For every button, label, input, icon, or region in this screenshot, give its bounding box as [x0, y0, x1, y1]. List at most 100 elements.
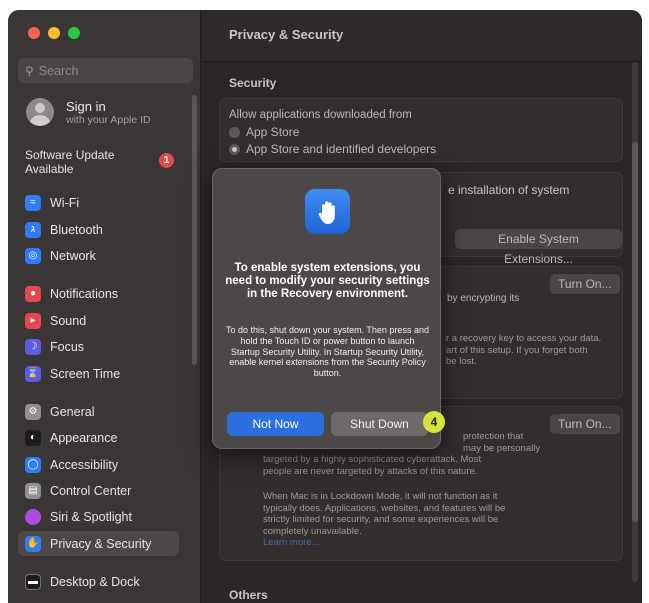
sidebar-item-label: Notifications — [50, 286, 119, 301]
sidebar-item-control-center[interactable]: ▤ Control Center — [18, 478, 179, 503]
sidebar-item-label: Bluetooth — [50, 222, 103, 237]
dialog-title: To enable system extensions, you need to… — [225, 262, 430, 300]
lockdown-line: may be personally — [463, 442, 541, 454]
sidebar-item-general[interactable]: ⚙ General — [18, 399, 179, 424]
recovery-line: art of this setup. If you forget both — [446, 344, 588, 356]
learn-more-link[interactable]: Learn more... — [263, 537, 505, 549]
recovery-line: be lost. — [446, 356, 477, 367]
sidebar-item-accessibility[interactable]: ◯ Accessibility — [18, 452, 179, 477]
lockdown-turn-on-button[interactable]: Turn On... — [550, 414, 620, 434]
recovery-text: r a recovery key to access your data. ar… — [446, 333, 601, 368]
search-input[interactable] — [38, 63, 179, 78]
allow-label: Allow applications downloaded from — [229, 109, 412, 121]
sidebar-item-network[interactable]: ◎ Network — [18, 243, 179, 268]
lockdown-line: protection that — [463, 431, 524, 442]
lockdown-line: completely unavailable. — [263, 525, 362, 537]
sidebar-item-desktop-dock[interactable]: ▬ Desktop & Dock — [18, 569, 179, 594]
control-center-icon: ▤ — [25, 482, 41, 499]
close-button[interactable] — [28, 27, 40, 39]
sidebar-item-notifications[interactable]: ● Notifications — [18, 281, 179, 306]
zoom-button[interactable] — [68, 27, 80, 39]
sidebar-item-sound[interactable]: ▸ Sound — [18, 308, 179, 333]
software-update-label[interactable]: Software Update Available — [25, 148, 135, 176]
window-controls — [28, 27, 80, 39]
sidebar-item-focus[interactable]: ☽ Focus — [18, 334, 179, 359]
sidebar-item-label: Sound — [50, 313, 87, 328]
bell-icon: ● — [25, 285, 41, 302]
hand-icon — [305, 189, 350, 234]
gear-icon: ⚙ — [25, 403, 41, 420]
appearance-icon: ◐ — [25, 429, 41, 446]
hand-glyph — [318, 200, 335, 224]
lockdown-text-a: protection that may be personally — [463, 431, 540, 454]
hourglass-icon: ⌛ — [25, 365, 41, 382]
siri-icon — [25, 508, 41, 525]
sidebar-item-wifi[interactable]: ≈ Wi-Fi — [18, 190, 179, 215]
lockdown-text-c: When Mac is in Lockdown Mode, it will no… — [263, 491, 505, 549]
sidebar-item-label: Network — [50, 248, 96, 263]
apple-id-signin[interactable]: Sign in with your Apple ID — [26, 98, 151, 126]
moon-icon: ☽ — [25, 338, 41, 355]
sidebar-item-siri[interactable]: Siri & Spotlight — [18, 504, 179, 529]
sidebar-item-bluetooth[interactable]: ג Bluetooth — [18, 217, 179, 242]
radio-label: App Store — [246, 125, 300, 139]
sidebar-item-screen-time[interactable]: ⌛ Screen Time — [18, 361, 179, 386]
sidebar-item-appearance[interactable]: ◐ Appearance — [18, 425, 179, 450]
lockdown-line: people are never targeted by attacks of … — [263, 465, 478, 477]
others-header: Others — [229, 588, 268, 602]
sidebar-item-privacy-security[interactable]: ✋ Privacy & Security — [18, 531, 179, 556]
avatar — [26, 98, 54, 126]
sidebar: ⚲ Sign in with your Apple ID Software Up… — [8, 10, 201, 603]
filevault-turn-on-button[interactable]: Turn On... — [550, 274, 620, 294]
allow-apps-card: Allow applications downloaded from App S… — [219, 98, 623, 162]
wifi-icon: ≈ — [25, 194, 41, 211]
sidebar-item-label: General — [50, 404, 95, 419]
sidebar-item-label: Screen Time — [50, 366, 121, 381]
search-icon: ⚲ — [25, 63, 34, 78]
sidebar-item-label: Wi-Fi — [50, 195, 80, 210]
lockdown-line: When Mac is in Lockdown Mode, it will no… — [263, 491, 498, 502]
update-badge: 1 — [159, 153, 174, 168]
sidebar-item-label: Siri & Spotlight — [50, 509, 132, 524]
sidebar-item-label: Control Center — [50, 483, 132, 498]
content-scrollbar[interactable] — [632, 62, 638, 582]
security-header: Security — [229, 76, 277, 90]
lockdown-line: strictly limited for security, and some … — [263, 514, 499, 525]
enable-extensions-button[interactable]: Enable System Extensions... — [455, 229, 622, 266]
sidebar-item-label: Focus — [50, 339, 85, 354]
radio-button-selected[interactable] — [229, 143, 240, 155]
globe-icon: ◎ — [25, 247, 41, 264]
sidebar-item-label: Privacy & Security — [50, 536, 152, 551]
minimize-button[interactable] — [48, 27, 60, 39]
lockdown-line: targeted by a highly sophisticated cyber… — [263, 454, 482, 465]
dock-icon: ▬ — [25, 573, 41, 590]
radio-identified-developers[interactable]: App Store and identified developers — [229, 142, 436, 156]
radio-app-store[interactable]: App Store — [229, 125, 299, 139]
signin-subtitle: with your Apple ID — [66, 113, 151, 126]
hand-icon: ✋ — [25, 535, 41, 552]
signin-title: Sign in — [66, 98, 106, 114]
content-header: Privacy & Security — [202, 10, 642, 62]
radio-label: App Store and identified developers — [246, 142, 437, 156]
system-extension-dialog: To enable system extensions, you need to… — [212, 168, 441, 449]
lockdown-line: typically does. Applications, websites, … — [263, 502, 506, 514]
sidebar-item-label: Desktop & Dock — [50, 574, 140, 589]
step-marker: 4 — [423, 411, 445, 433]
shut-down-button[interactable]: Shut Down — [331, 412, 428, 436]
not-now-button[interactable]: Not Now — [227, 412, 324, 436]
accessibility-icon: ◯ — [25, 456, 41, 473]
extensions-text: e installation of system — [448, 183, 570, 197]
scrollbar-thumb[interactable] — [632, 142, 638, 522]
bluetooth-icon: ג — [25, 221, 41, 238]
radio-button[interactable] — [229, 126, 240, 138]
page-title: Privacy & Security — [229, 27, 344, 42]
sidebar-item-label: Accessibility — [50, 457, 119, 472]
sidebar-item-label: Appearance — [50, 430, 118, 445]
search-field[interactable]: ⚲ — [18, 58, 193, 83]
lockdown-text-b: targeted by a highly sophisticated cyber… — [263, 454, 481, 477]
recovery-line: r a recovery key to access your data. — [446, 333, 602, 344]
dialog-message: To do this, shut down your system. Then … — [226, 325, 429, 379]
filevault-text: by encrypting its — [447, 293, 520, 304]
sidebar-scrollbar[interactable] — [192, 95, 197, 365]
speaker-icon: ▸ — [25, 312, 41, 329]
